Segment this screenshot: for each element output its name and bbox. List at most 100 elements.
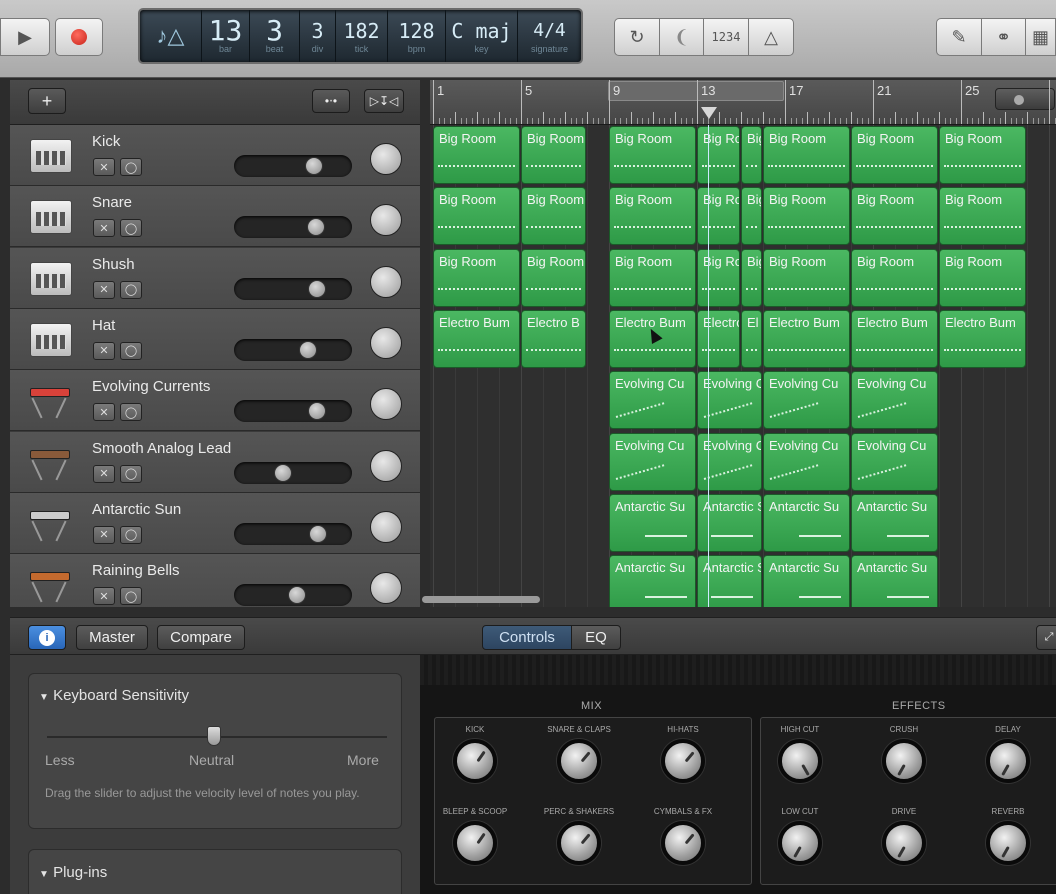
region[interactable]: Big Room: [851, 187, 938, 246]
solo-button[interactable]: ◯: [120, 587, 142, 606]
pan-knob[interactable]: [370, 204, 402, 237]
region[interactable]: Big Room: [697, 126, 740, 184]
track-header[interactable]: Shush ✕ ◯: [10, 247, 420, 309]
region[interactable]: Evolving Cu: [763, 432, 850, 491]
region[interactable]: Big Room: [763, 187, 850, 246]
mute-button[interactable]: ✕: [93, 464, 115, 483]
region[interactable]: Evolving Cu: [697, 432, 762, 491]
region[interactable]: Big Room: [697, 248, 740, 307]
region[interactable]: Evolving Cu: [851, 371, 938, 430]
mute-button[interactable]: ✕: [93, 158, 115, 176]
knob[interactable]: [778, 739, 822, 783]
apple-loops-button[interactable]: ⚭: [981, 18, 1026, 56]
volume-slider[interactable]: [234, 277, 352, 300]
metronome-button[interactable]: △: [748, 18, 794, 56]
region[interactable]: Big Room: [763, 248, 850, 307]
solo-button[interactable]: ◯: [120, 341, 142, 360]
zoom-slider-thumb[interactable]: [1014, 95, 1024, 105]
knob[interactable]: [453, 821, 497, 865]
volume-slider[interactable]: [234, 584, 352, 607]
knob[interactable]: [778, 821, 822, 865]
knob[interactable]: [453, 739, 497, 783]
knob[interactable]: [557, 821, 601, 865]
horizontal-scrollbar[interactable]: [422, 596, 540, 603]
lcd-display[interactable]: ♪△ 13 bar 3 beat 3 div 182 tick 128 bpm: [138, 8, 583, 64]
pan-knob[interactable]: [370, 143, 402, 175]
knob[interactable]: [882, 821, 926, 865]
region[interactable]: Antarctic Su: [697, 555, 762, 607]
lcd-div[interactable]: 3 div: [300, 10, 336, 62]
region[interactable]: Big Room: [609, 126, 696, 184]
region[interactable]: Big Room: [521, 187, 586, 246]
track-header[interactable]: Smooth Analog Lead ✕ ◯: [10, 431, 420, 493]
region[interactable]: Antarctic Su: [763, 493, 850, 552]
region[interactable]: Big Room: [609, 187, 696, 246]
region[interactable]: Electro B: [521, 309, 586, 368]
region[interactable]: Big Room: [939, 248, 1026, 307]
volume-slider-thumb[interactable]: [309, 524, 328, 543]
tuner-button[interactable]: ❨: [659, 18, 704, 56]
compare-button[interactable]: Compare: [157, 625, 245, 650]
pan-knob[interactable]: [370, 388, 402, 421]
master-button[interactable]: Master: [76, 625, 148, 650]
playhead-marker[interactable]: [701, 107, 717, 119]
mute-button[interactable]: ✕: [93, 525, 115, 544]
track-header[interactable]: Antarctic Sun ✕ ◯: [10, 492, 420, 554]
knob[interactable]: [986, 739, 1030, 783]
keyboard-sensitivity-header[interactable]: ▼ Keyboard Sensitivity: [39, 687, 189, 704]
region[interactable]: Big Room: [741, 126, 762, 184]
tab-eq[interactable]: EQ: [571, 625, 621, 650]
info-button[interactable]: i: [28, 625, 66, 650]
solo-button[interactable]: ◯: [120, 525, 142, 544]
solo-button[interactable]: ◯: [120, 280, 142, 299]
record-button[interactable]: [55, 18, 103, 56]
pan-knob[interactable]: [370, 449, 402, 482]
knob[interactable]: [882, 739, 926, 783]
lcd-bar[interactable]: 13 bar: [202, 10, 250, 62]
knob[interactable]: [661, 739, 705, 783]
mute-button[interactable]: ✕: [93, 280, 115, 299]
zoom-slider[interactable]: [995, 88, 1055, 110]
add-track-button[interactable]: +: [28, 88, 66, 114]
knob[interactable]: [557, 739, 601, 783]
track-header[interactable]: Hat ✕ ◯: [10, 308, 420, 370]
mute-button[interactable]: ✕: [93, 219, 115, 238]
volume-slider[interactable]: [234, 400, 352, 423]
knob[interactable]: [661, 821, 705, 865]
region[interactable]: Big Room: [433, 248, 520, 307]
track-header[interactable]: Raining Bells ✕ ◯: [10, 554, 420, 607]
cycle-area[interactable]: [608, 81, 784, 101]
volume-slider-thumb[interactable]: [304, 157, 323, 175]
track-header[interactable]: Kick ✕ ◯: [10, 125, 420, 186]
region[interactable]: Big Room: [741, 187, 762, 246]
volume-slider-thumb[interactable]: [274, 463, 293, 482]
pan-knob[interactable]: [370, 572, 402, 605]
play-button[interactable]: ▶: [0, 18, 50, 56]
count-in-button[interactable]: 1234: [703, 18, 749, 56]
region[interactable]: Antarctic Su: [609, 493, 696, 552]
automation-button[interactable]: •‧•: [312, 89, 350, 113]
region[interactable]: Antarctic Su: [609, 555, 696, 607]
tab-controls[interactable]: Controls: [482, 625, 572, 650]
plugins-header[interactable]: ▼ Plug-ins: [39, 864, 107, 881]
lcd-tick[interactable]: 182 tick: [336, 10, 388, 62]
region[interactable]: Evolving Cu: [697, 371, 762, 430]
pan-knob[interactable]: [370, 265, 402, 298]
region[interactable]: Electro B: [697, 309, 740, 368]
arrange-area[interactable]: Big RoomBig RoomBig RoomBig RoomBig Room…: [430, 125, 1056, 607]
sensitivity-slider-thumb[interactable]: [207, 726, 221, 746]
cycle-button[interactable]: ↻: [614, 18, 660, 56]
flex-button[interactable]: ▷↧◁: [364, 89, 404, 113]
lcd-signature[interactable]: 4/4 signature: [518, 10, 581, 62]
region[interactable]: Electro Bum: [433, 309, 520, 368]
volume-slider-thumb[interactable]: [308, 279, 327, 298]
region[interactable]: Evolving Cu: [609, 432, 696, 491]
mute-button[interactable]: ✕: [93, 587, 115, 606]
region[interactable]: Big Room: [939, 187, 1026, 246]
region[interactable]: Big Room: [697, 187, 740, 246]
volume-slider-thumb[interactable]: [306, 218, 325, 237]
playhead[interactable]: [708, 125, 709, 607]
region[interactable]: Big Room: [521, 126, 586, 184]
region[interactable]: Evolving Cu: [851, 432, 938, 491]
volume-slider[interactable]: [234, 522, 352, 545]
